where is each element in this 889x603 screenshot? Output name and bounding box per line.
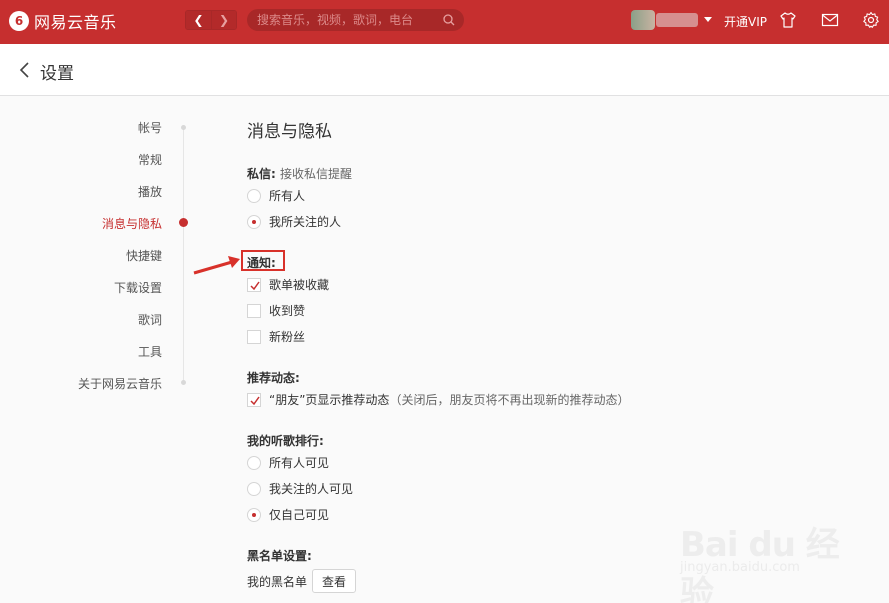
page-title: 设置 [40, 64, 74, 84]
radio-option-public[interactable]: 所有人可见 [247, 454, 329, 471]
checkbox-received-like[interactable]: 收到赞 [247, 302, 305, 319]
radio-option-everyone[interactable]: 所有人 [247, 187, 305, 204]
radio-option-self-only[interactable]: 仅自己可见 [247, 506, 329, 523]
private-message-subheading: 接收私信提醒 [280, 167, 353, 181]
back-arrow-icon[interactable] [18, 61, 32, 79]
radio-option-followed[interactable]: 我所关注的人 [247, 213, 341, 230]
radio-button[interactable] [247, 188, 261, 203]
annotation-highlight-box [241, 250, 285, 271]
section-title: 消息与隐私 [247, 122, 332, 142]
checkbox[interactable] [247, 329, 261, 344]
baidu-watermark: Bai du 经验 jingyan.baidu.com [680, 505, 850, 603]
app-name: 网易云音乐 [34, 13, 117, 32]
checkbox[interactable] [247, 303, 261, 318]
top-bar: 6 网易云音乐 ❮ ❯ 开通VIP [0, 0, 889, 44]
search-input[interactable] [257, 13, 437, 27]
mail-icon[interactable] [821, 11, 839, 29]
radio-button[interactable] [247, 455, 261, 470]
checkbox-new-follower[interactable]: 新粉丝 [247, 328, 305, 345]
forward-button[interactable]: ❯ [211, 11, 236, 29]
history-nav: ❮ ❯ [185, 10, 237, 30]
checkbox-show-recommend[interactable]: “朋友”页显示推荐动态 （关闭后，朋友页将不再出现新的推荐动态） [247, 391, 629, 408]
open-vip-link[interactable]: 开通VIP [724, 13, 767, 30]
recommend-heading: 推荐动态: [247, 371, 300, 385]
radio-button-selected[interactable] [247, 507, 261, 522]
private-message-heading: 私信: 接收私信提醒 [247, 167, 353, 181]
view-blacklist-button[interactable]: 查看 [312, 569, 357, 593]
blacklist-row: 我的黑名单 查看 [247, 569, 357, 593]
annotation-arrow-icon [193, 256, 240, 275]
search-box[interactable] [247, 9, 464, 31]
username-redacted[interactable] [656, 13, 698, 27]
watermark-url: jingyan.baidu.com [680, 560, 800, 575]
checkbox-checked[interactable] [247, 277, 261, 292]
checkbox-checked[interactable] [247, 392, 261, 407]
user-menu-caret-icon[interactable] [704, 17, 712, 22]
ranking-heading: 我的听歌排行: [247, 434, 324, 448]
radio-button[interactable] [247, 481, 261, 496]
search-icon[interactable] [443, 14, 455, 26]
tshirt-icon[interactable] [779, 11, 797, 29]
page-header: 设置 [0, 44, 889, 96]
gear-icon[interactable] [862, 11, 880, 29]
back-button[interactable]: ❮ [186, 11, 211, 29]
user-avatar[interactable] [631, 10, 655, 30]
radio-button-selected[interactable] [247, 214, 261, 229]
radio-option-followers[interactable]: 我关注的人可见 [247, 480, 353, 497]
app-logo[interactable]: 6 网易云音乐 [9, 9, 117, 33]
checkbox-playlist-collected[interactable]: 歌单被收藏 [247, 276, 329, 293]
netease-logo-icon: 6 [9, 11, 29, 31]
recommend-hint: （关闭后，朋友页将不再出现新的推荐动态） [389, 393, 630, 407]
blacklist-heading: 黑名单设置: [247, 549, 312, 563]
blacklist-label: 我的黑名单 [247, 574, 308, 589]
